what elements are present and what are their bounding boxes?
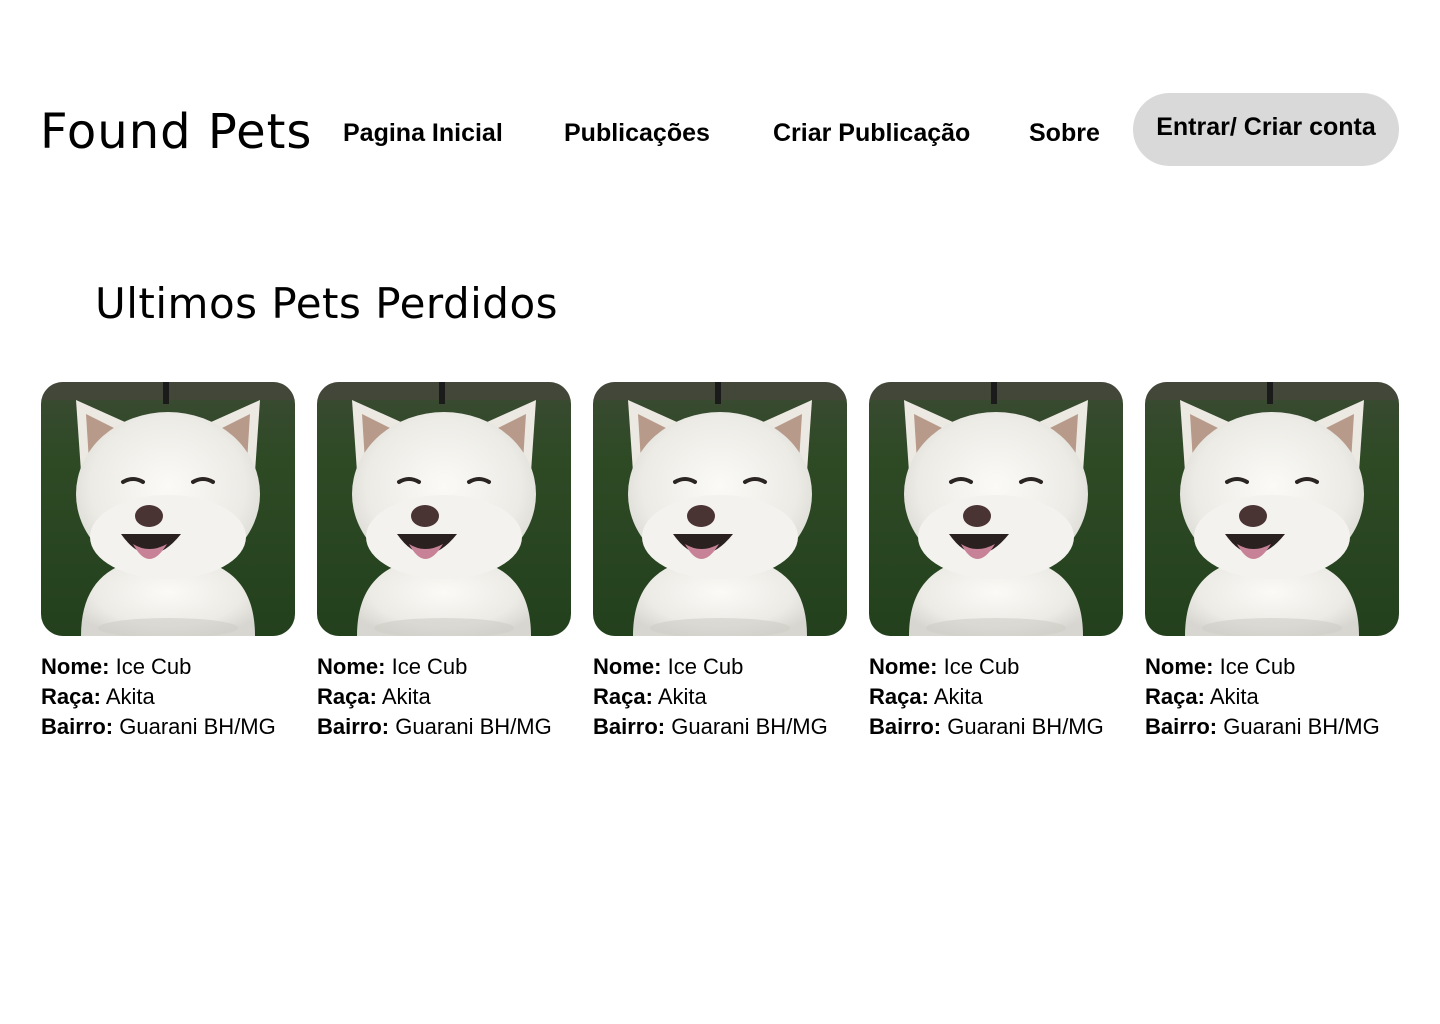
pet-card[interactable]: Nome: Ice Cub Raça: Akita Bairro: Guaran…	[317, 382, 571, 742]
pet-district-row: Bairro: Guarani BH/MG	[41, 712, 295, 742]
section-title: Ultimos Pets Perdidos	[95, 279, 559, 328]
pet-breed-row: Raça: Akita	[593, 682, 847, 712]
pet-name-value: Ice Cub	[943, 654, 1020, 679]
pet-breed-row: Raça: Akita	[317, 682, 571, 712]
pet-name-value: Ice Cub	[115, 654, 192, 679]
login-signup-button[interactable]: Entrar/ Criar conta	[1133, 93, 1399, 166]
pet-card[interactable]: Nome: Ice Cub Raça: Akita Bairro: Guaran…	[869, 382, 1123, 742]
pet-name-value: Ice Cub	[391, 654, 468, 679]
nav-link-create-post[interactable]: Criar Publicação	[773, 116, 970, 150]
pet-district-value: Guarani BH/MG	[395, 714, 552, 739]
nav-link-about[interactable]: Sobre	[1029, 116, 1100, 150]
pet-district-row: Bairro: Guarani BH/MG	[869, 712, 1123, 742]
pet-photo	[41, 382, 295, 636]
site-logo[interactable]: Found Pets	[40, 104, 312, 160]
pet-name-label: Nome:	[1145, 654, 1214, 679]
pet-name-row: Nome: Ice Cub	[1145, 652, 1399, 682]
pet-breed-value: Akita	[657, 684, 707, 709]
pet-name-row: Nome: Ice Cub	[593, 652, 847, 682]
pet-name-label: Nome:	[869, 654, 938, 679]
pet-info: Nome: Ice Cub Raça: Akita Bairro: Guaran…	[1145, 652, 1399, 742]
pet-name-value: Ice Cub	[1219, 654, 1296, 679]
pet-breed-row: Raça: Akita	[1145, 682, 1399, 712]
pet-district-value: Guarani BH/MG	[1223, 714, 1380, 739]
pet-breed-label: Raça:	[41, 684, 101, 709]
pet-breed-value: Akita	[105, 684, 155, 709]
page: Found Pets Pagina Inicial Publicações Cr…	[0, 0, 1440, 1024]
pet-district-label: Bairro:	[869, 714, 942, 739]
pet-name-row: Nome: Ice Cub	[317, 652, 571, 682]
pet-photo	[869, 382, 1123, 636]
pet-breed-value: Akita	[1209, 684, 1259, 709]
pet-name-label: Nome:	[317, 654, 386, 679]
pet-info: Nome: Ice Cub Raça: Akita Bairro: Guaran…	[869, 652, 1123, 742]
pet-info: Nome: Ice Cub Raça: Akita Bairro: Guaran…	[41, 652, 295, 742]
pet-name-label: Nome:	[41, 654, 110, 679]
pet-breed-label: Raça:	[869, 684, 929, 709]
pet-district-value: Guarani BH/MG	[671, 714, 828, 739]
pet-district-value: Guarani BH/MG	[947, 714, 1104, 739]
pet-card[interactable]: Nome: Ice Cub Raça: Akita Bairro: Guaran…	[1145, 382, 1399, 742]
pet-district-label: Bairro:	[41, 714, 114, 739]
pet-breed-row: Raça: Akita	[869, 682, 1123, 712]
pet-name-value: Ice Cub	[667, 654, 744, 679]
pet-breed-label: Raça:	[317, 684, 377, 709]
pet-name-row: Nome: Ice Cub	[41, 652, 295, 682]
pet-photo	[1145, 382, 1399, 636]
pet-district-row: Bairro: Guarani BH/MG	[1145, 712, 1399, 742]
pet-name-label: Nome:	[593, 654, 662, 679]
pet-name-row: Nome: Ice Cub	[869, 652, 1123, 682]
pet-breed-label: Raça:	[1145, 684, 1205, 709]
pet-card[interactable]: Nome: Ice Cub Raça: Akita Bairro: Guaran…	[41, 382, 295, 742]
pet-district-label: Bairro:	[317, 714, 390, 739]
nav-link-home[interactable]: Pagina Inicial	[343, 116, 503, 150]
nav-link-posts[interactable]: Publicações	[564, 116, 710, 150]
pet-district-label: Bairro:	[593, 714, 666, 739]
pet-info: Nome: Ice Cub Raça: Akita Bairro: Guaran…	[317, 652, 571, 742]
pet-district-value: Guarani BH/MG	[119, 714, 276, 739]
pet-info: Nome: Ice Cub Raça: Akita Bairro: Guaran…	[593, 652, 847, 742]
pet-breed-label: Raça:	[593, 684, 653, 709]
pet-district-row: Bairro: Guarani BH/MG	[593, 712, 847, 742]
pet-photo	[317, 382, 571, 636]
pet-photo	[593, 382, 847, 636]
pet-district-row: Bairro: Guarani BH/MG	[317, 712, 571, 742]
pet-card[interactable]: Nome: Ice Cub Raça: Akita Bairro: Guaran…	[593, 382, 847, 742]
pet-district-label: Bairro:	[1145, 714, 1218, 739]
pet-breed-value: Akita	[933, 684, 983, 709]
pet-breed-row: Raça: Akita	[41, 682, 295, 712]
pet-breed-value: Akita	[381, 684, 431, 709]
